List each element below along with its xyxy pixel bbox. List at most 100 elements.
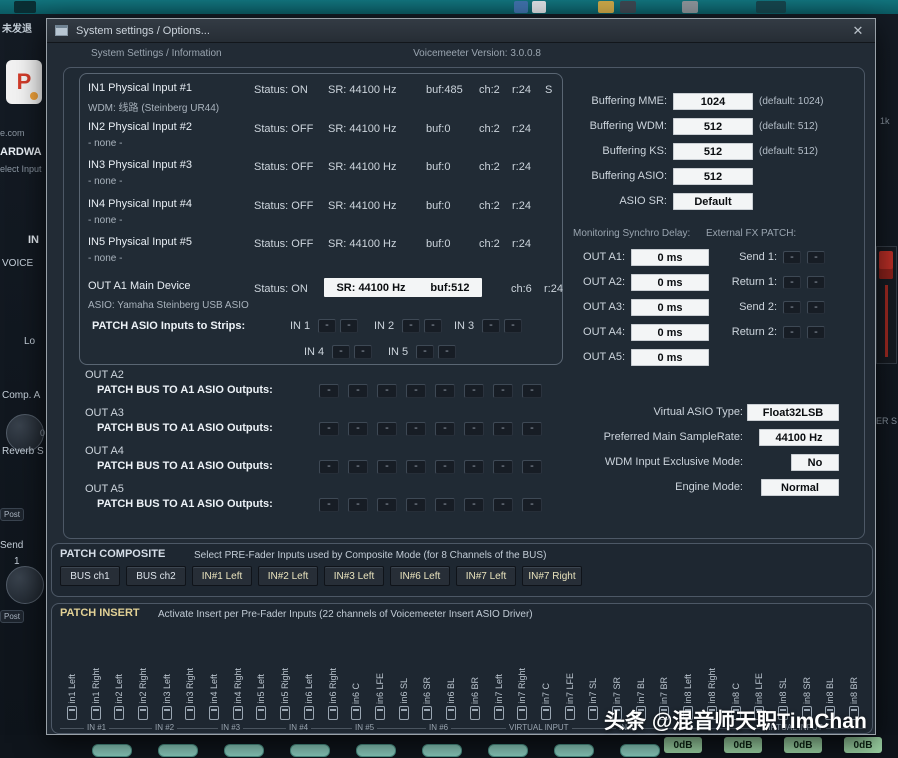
strip-button[interactable] <box>356 744 396 757</box>
patch-asio-button[interactable]: - <box>416 345 434 359</box>
bus-patch-button[interactable]: - <box>493 460 513 474</box>
composite-button[interactable]: IN#7 Left <box>456 566 516 586</box>
device-name[interactable]: IN4 Physical Input #4 <box>88 198 192 210</box>
insert-toggle[interactable] <box>304 706 314 720</box>
insert-toggle[interactable] <box>328 706 338 720</box>
bg-fader[interactable] <box>876 246 897 364</box>
fx-patch-button[interactable]: - <box>783 251 801 264</box>
bus-patch-button[interactable]: - <box>348 422 368 436</box>
taskbar-icon[interactable] <box>620 1 636 13</box>
bus-patch-button[interactable]: - <box>406 498 426 512</box>
composite-button[interactable]: BUS ch1 <box>60 566 120 586</box>
bg-knob[interactable] <box>6 566 44 604</box>
bus-patch-button[interactable]: - <box>348 384 368 398</box>
bus-patch-button[interactable]: - <box>377 384 397 398</box>
composite-button[interactable]: IN#3 Left <box>324 566 384 586</box>
bus-patch-button[interactable]: - <box>377 460 397 474</box>
insert-toggle[interactable] <box>138 706 148 720</box>
bg-post-button[interactable]: Post <box>0 610 24 623</box>
bus-patch-button[interactable]: - <box>348 498 368 512</box>
buffering-value[interactable]: 512 <box>673 143 753 160</box>
option-value[interactable]: Float32LSB <box>747 404 839 421</box>
fx-patch-button[interactable]: - <box>807 301 825 314</box>
insert-toggle[interactable] <box>91 706 101 720</box>
taskbar-icon[interactable] <box>682 1 698 13</box>
composite-button[interactable]: IN#7 Right <box>522 566 582 586</box>
fx-patch-button[interactable]: - <box>807 276 825 289</box>
bus-patch-button[interactable]: - <box>319 498 339 512</box>
bus-patch-button[interactable]: - <box>348 460 368 474</box>
bus-patch-button[interactable]: - <box>522 498 542 512</box>
insert-toggle[interactable] <box>588 706 598 720</box>
patch-asio-button[interactable]: - <box>424 319 442 333</box>
insert-toggle[interactable] <box>375 706 385 720</box>
insert-toggle[interactable] <box>185 706 195 720</box>
taskbar-icon[interactable] <box>14 1 36 13</box>
option-value[interactable]: Normal <box>761 479 839 496</box>
bus-patch-button[interactable]: - <box>319 384 339 398</box>
taskbar-icon[interactable] <box>756 1 786 13</box>
taskbar-icon[interactable] <box>514 1 528 13</box>
device-name[interactable]: IN1 Physical Input #1 <box>88 82 192 94</box>
composite-button[interactable]: IN#2 Left <box>258 566 318 586</box>
bus-patch-button[interactable]: - <box>493 384 513 398</box>
delay-value[interactable]: 0 ms <box>631 349 709 366</box>
insert-toggle[interactable] <box>67 706 77 720</box>
composite-button[interactable]: BUS ch2 <box>126 566 186 586</box>
strip-button[interactable] <box>554 744 594 757</box>
fx-patch-button[interactable]: - <box>783 276 801 289</box>
composite-button[interactable]: IN#6 Left <box>390 566 450 586</box>
fx-patch-button[interactable]: - <box>807 326 825 339</box>
bus-patch-button[interactable]: - <box>464 422 484 436</box>
bus-patch-button[interactable]: - <box>522 460 542 474</box>
taskbar-icon[interactable] <box>532 1 546 13</box>
buffering-value[interactable]: 512 <box>673 168 753 185</box>
strip-button[interactable] <box>92 744 132 757</box>
dialog-titlebar[interactable]: System settings / Options... ✕ <box>47 19 875 43</box>
bus-patch-button[interactable]: - <box>319 460 339 474</box>
bus-patch-button[interactable]: - <box>522 422 542 436</box>
bus-patch-button[interactable]: - <box>319 422 339 436</box>
buffering-value[interactable]: 1024 <box>673 93 753 110</box>
strip-button[interactable] <box>422 744 462 757</box>
buffering-value[interactable]: 512 <box>673 118 753 135</box>
option-value[interactable]: 44100 Hz <box>759 429 839 446</box>
insert-toggle[interactable] <box>494 706 504 720</box>
device-name[interactable]: IN5 Physical Input #5 <box>88 236 192 248</box>
insert-toggle[interactable] <box>517 706 527 720</box>
bus-patch-button[interactable]: - <box>464 384 484 398</box>
device-name[interactable]: IN3 Physical Input #3 <box>88 159 192 171</box>
strip-button[interactable] <box>224 744 264 757</box>
taskbar-icon[interactable] <box>598 1 614 13</box>
bus-patch-button[interactable]: - <box>377 422 397 436</box>
patch-asio-button[interactable]: - <box>482 319 500 333</box>
bus-patch-button[interactable]: - <box>493 422 513 436</box>
fx-patch-button[interactable]: - <box>807 251 825 264</box>
patch-asio-button[interactable]: - <box>438 345 456 359</box>
strip-button[interactable] <box>488 744 528 757</box>
bus-patch-button[interactable]: - <box>435 498 455 512</box>
bus-patch-button[interactable]: - <box>435 422 455 436</box>
insert-toggle[interactable] <box>114 706 124 720</box>
close-icon[interactable]: ✕ <box>849 23 867 39</box>
bus-patch-button[interactable]: - <box>406 384 426 398</box>
bus-patch-button[interactable]: - <box>493 498 513 512</box>
bus-patch-button[interactable]: - <box>377 498 397 512</box>
bus-patch-button[interactable]: - <box>464 498 484 512</box>
patch-asio-button[interactable]: - <box>340 319 358 333</box>
insert-toggle[interactable] <box>541 706 551 720</box>
bg-post-button[interactable]: Post <box>0 508 24 521</box>
device-name[interactable]: IN2 Physical Input #2 <box>88 121 192 133</box>
patch-asio-button[interactable]: - <box>354 345 372 359</box>
insert-toggle[interactable] <box>446 706 456 720</box>
insert-toggle[interactable] <box>209 706 219 720</box>
insert-toggle[interactable] <box>280 706 290 720</box>
composite-button[interactable]: IN#1 Left <box>192 566 252 586</box>
bus-patch-button[interactable]: - <box>406 422 426 436</box>
insert-toggle[interactable] <box>470 706 480 720</box>
insert-toggle[interactable] <box>351 706 361 720</box>
bus-patch-button[interactable]: - <box>464 460 484 474</box>
insert-toggle[interactable] <box>399 706 409 720</box>
patch-asio-button[interactable]: - <box>332 345 350 359</box>
insert-toggle[interactable] <box>256 706 266 720</box>
